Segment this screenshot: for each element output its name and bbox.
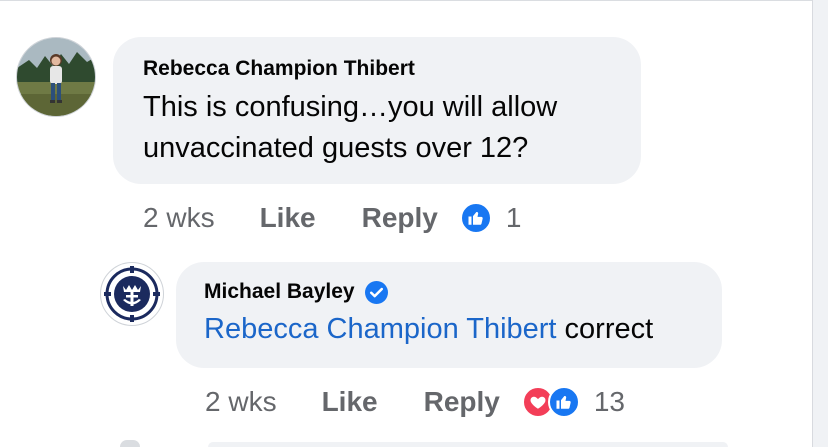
- like-icon: [547, 386, 580, 418]
- reply-button[interactable]: Reply: [424, 386, 500, 418]
- reactions-summary[interactable]: [521, 386, 580, 418]
- profile-photo-icon: [17, 38, 95, 116]
- reaction-count[interactable]: 13: [594, 386, 625, 418]
- comment-text: Rebecca Champion Thibert correct: [204, 313, 654, 345]
- reactions-summary[interactable]: [459, 202, 492, 234]
- comment-text: This is confusing…you will allow unvacci…: [143, 91, 558, 164]
- mention-link[interactable]: Rebecca Champion Thibert: [204, 313, 557, 345]
- reaction-count[interactable]: 1: [506, 202, 522, 234]
- comment-timestamp[interactable]: 2 wks: [205, 386, 277, 418]
- next-avatar-fragment: [120, 440, 140, 447]
- comment-author[interactable]: Rebecca Champion Thibert: [143, 55, 611, 83]
- avatar-rebecca[interactable]: [16, 37, 96, 117]
- like-icon: [459, 202, 492, 234]
- reply-actions: 2 wks Like Reply 13: [205, 382, 625, 422]
- comment-timestamp[interactable]: 2 wks: [143, 202, 215, 234]
- reply-button[interactable]: Reply: [362, 202, 438, 234]
- scrollbar-track[interactable]: [812, 0, 828, 447]
- comment-actions: 2 wks Like Reply 1: [143, 198, 521, 238]
- avatar-michael[interactable]: [100, 262, 164, 326]
- comment-bubble: Rebecca Champion Thibert This is confusi…: [113, 37, 641, 184]
- royal-caribbean-crown-anchor-icon: [103, 265, 161, 323]
- like-button[interactable]: Like: [260, 202, 316, 234]
- top-divider: [0, 0, 812, 1]
- verified-badge-icon: [364, 280, 388, 304]
- like-button[interactable]: Like: [322, 386, 378, 418]
- next-bubble-fragment: [208, 442, 728, 447]
- reply-bubble: Michael Bayley Rebecca Champion Thibert …: [176, 262, 722, 368]
- comment-author[interactable]: Michael Bayley: [204, 278, 694, 306]
